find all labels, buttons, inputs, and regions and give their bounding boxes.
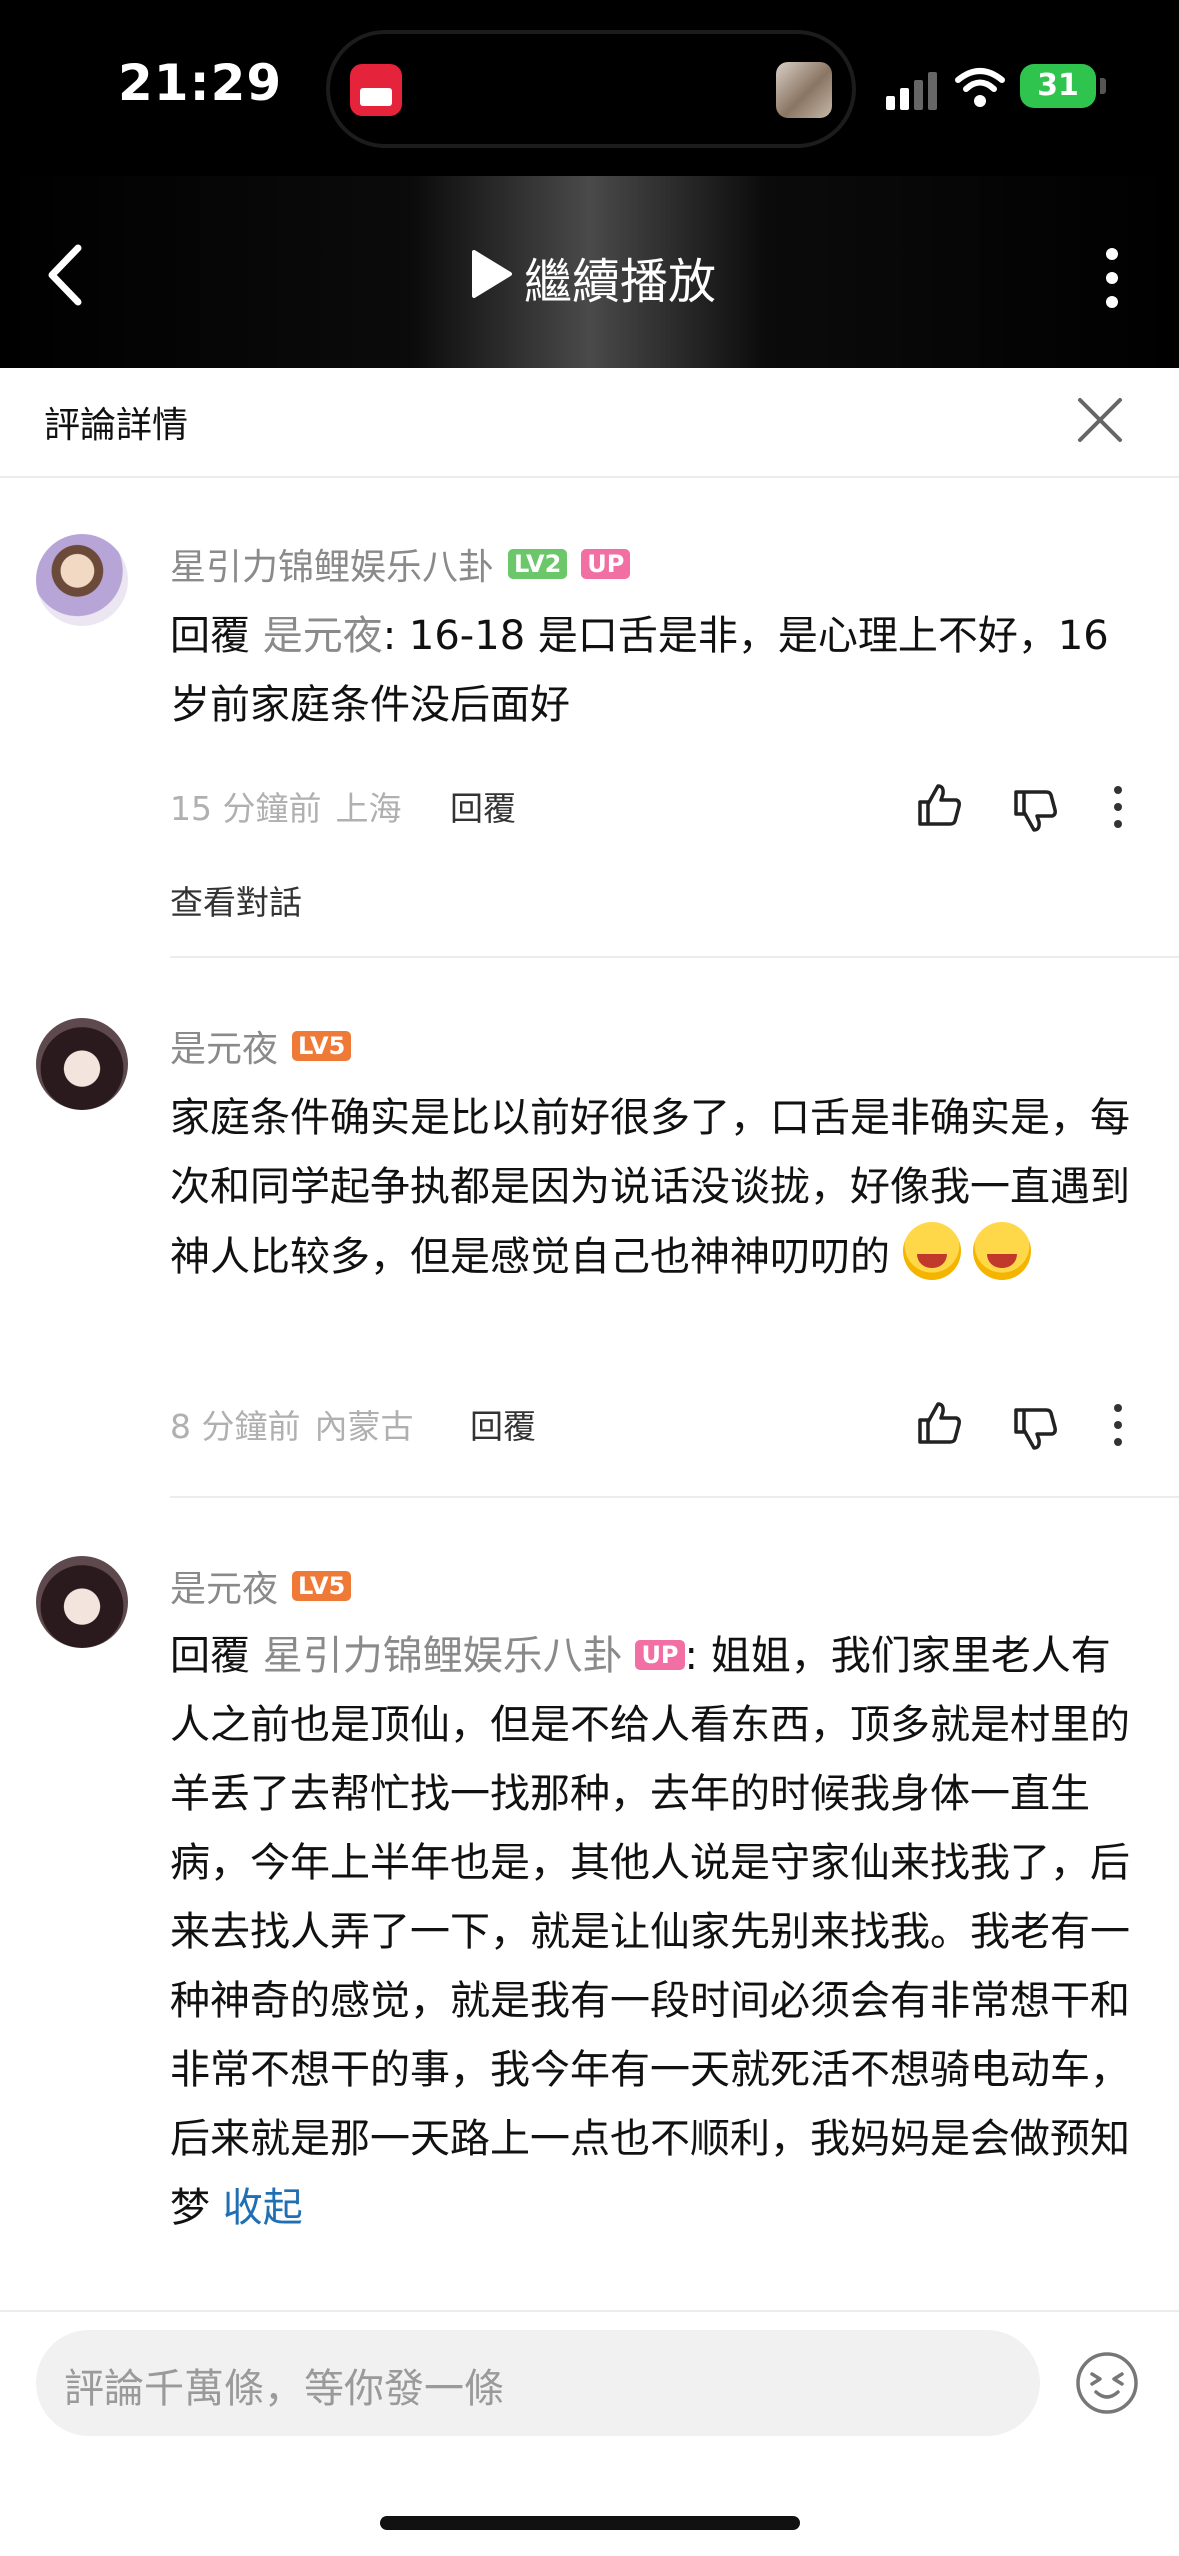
thumbs-down-icon[interactable] — [1010, 786, 1060, 836]
comment-header: 是元夜 LV5 — [170, 1560, 352, 1612]
comment-location: 上海 — [335, 789, 402, 828]
thumbs-up-icon[interactable] — [914, 780, 964, 830]
view-conversation-link[interactable]: 查看對話 — [170, 876, 302, 924]
comment-time: 8 分鐘前 — [170, 1407, 301, 1446]
wifi-icon — [955, 68, 1005, 107]
avatar[interactable] — [36, 534, 128, 626]
mention-link[interactable]: 星引力锦鲤娱乐八卦 — [263, 1633, 623, 1679]
collapse-link[interactable]: 收起 — [223, 2185, 303, 2231]
reply-button[interactable]: 回覆 — [450, 782, 516, 830]
username[interactable]: 星引力锦鲤娱乐八卦 — [170, 538, 494, 590]
comment-meta: 15 分鐘前 上海 — [170, 782, 401, 830]
up-badge: UP — [635, 1640, 685, 1670]
play-icon[interactable] — [470, 248, 514, 300]
crying-laughing-emoji-icon — [972, 1222, 1031, 1280]
more-options-icon[interactable] — [1090, 246, 1134, 310]
comment-more-icon[interactable] — [1108, 1400, 1128, 1450]
comment-body: 回覆 是元夜: 16-18 是口舌是非，是心理上不好，16 岁前家庭条件没后面好 — [170, 602, 1130, 740]
avatar[interactable] — [36, 1018, 128, 1110]
home-indicator — [380, 2516, 800, 2530]
reply-button[interactable]: 回覆 — [470, 1400, 536, 1448]
username[interactable]: 是元夜 — [170, 1020, 278, 1072]
comment-time: 15 分鐘前 — [170, 789, 322, 828]
comment-divider — [170, 1496, 1179, 1498]
comment-header: 是元夜 LV5 — [170, 1020, 352, 1072]
up-badge: UP — [581, 549, 631, 579]
comment-text: : 姐姐，我们家里老人有人之前也是顶仙，但是不给人看东西，顶多就是村里的羊丢了去… — [170, 1633, 1130, 2231]
level-badge: LV5 — [292, 1571, 352, 1601]
username[interactable]: 是元夜 — [170, 1560, 278, 1612]
comment-body: 家庭条件确实是比以前好很多了，口舌是非确实是，每次和同学起争执都是因为说话没谈拢… — [170, 1084, 1130, 1292]
reply-prefix: 回覆 — [170, 1633, 250, 1679]
composer-divider — [0, 2310, 1179, 2312]
battery-tip — [1100, 78, 1106, 94]
reply-prefix: 回覆 — [170, 613, 250, 659]
back-chevron-icon[interactable] — [40, 240, 92, 310]
panel-title: 評論詳情 — [44, 405, 189, 446]
level-badge: LV5 — [292, 1031, 352, 1061]
mention-link[interactable]: 是元夜 — [263, 613, 383, 659]
level-badge: LV2 — [508, 549, 568, 579]
comment-divider — [170, 956, 1179, 958]
avatar[interactable] — [36, 1556, 128, 1648]
comment-header: 星引力锦鲤娱乐八卦 LV2 UP — [170, 538, 631, 590]
header-divider — [0, 476, 1179, 478]
comment-more-icon[interactable] — [1108, 782, 1128, 832]
thumbs-up-icon[interactable] — [914, 1398, 964, 1448]
close-icon[interactable] — [1072, 392, 1128, 448]
emoji-picker-icon[interactable] — [1074, 2350, 1140, 2416]
crying-laughing-emoji-icon — [902, 1222, 961, 1280]
comment-body: 回覆 星引力锦鲤娱乐八卦 UP: 姐姐，我们家里老人有人之前也是顶仙，但是不给人… — [170, 1622, 1130, 2243]
battery-indicator: 31 — [1020, 64, 1096, 108]
live-activity-thumbnail — [776, 62, 832, 118]
cellular-signal-icon — [886, 72, 937, 110]
continue-playing-button[interactable]: 繼續播放 — [524, 242, 716, 312]
status-time: 21:29 — [118, 54, 283, 112]
live-activity-app-icon — [350, 64, 402, 116]
comment-input-placeholder: 評論千萬條，等你發一條 — [64, 2366, 504, 2412]
thumbs-down-icon[interactable] — [1010, 1404, 1060, 1454]
comment-location: 內蒙古 — [314, 1407, 414, 1446]
comment-meta: 8 分鐘前 內蒙古 — [170, 1400, 414, 1448]
